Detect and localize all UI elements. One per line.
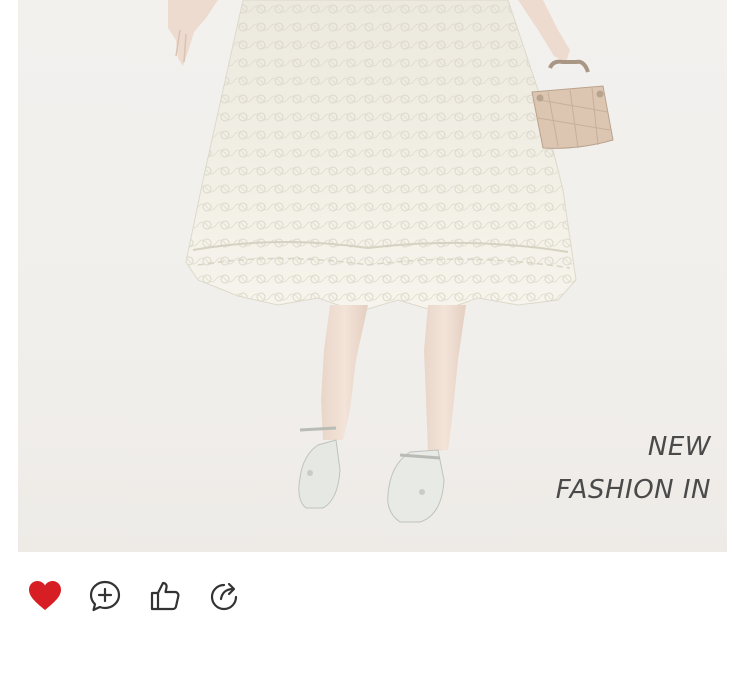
banner-line-new: NEW — [647, 432, 711, 462]
dress-model-image — [168, 0, 614, 523]
share-button[interactable] — [206, 577, 244, 615]
banner-line-fashion-in: FASHION IN — [555, 475, 711, 505]
product-photo[interactable]: NEW FASHION IN — [18, 0, 727, 552]
heart-icon — [29, 581, 61, 610]
comment-button[interactable] — [86, 577, 124, 615]
like-button[interactable] — [26, 577, 64, 615]
share-icon — [210, 582, 238, 611]
action-bar — [26, 576, 244, 616]
comment-add-icon — [89, 580, 121, 612]
thumbs-up-icon — [150, 581, 180, 611]
thumbs-up-button[interactable] — [146, 577, 184, 615]
